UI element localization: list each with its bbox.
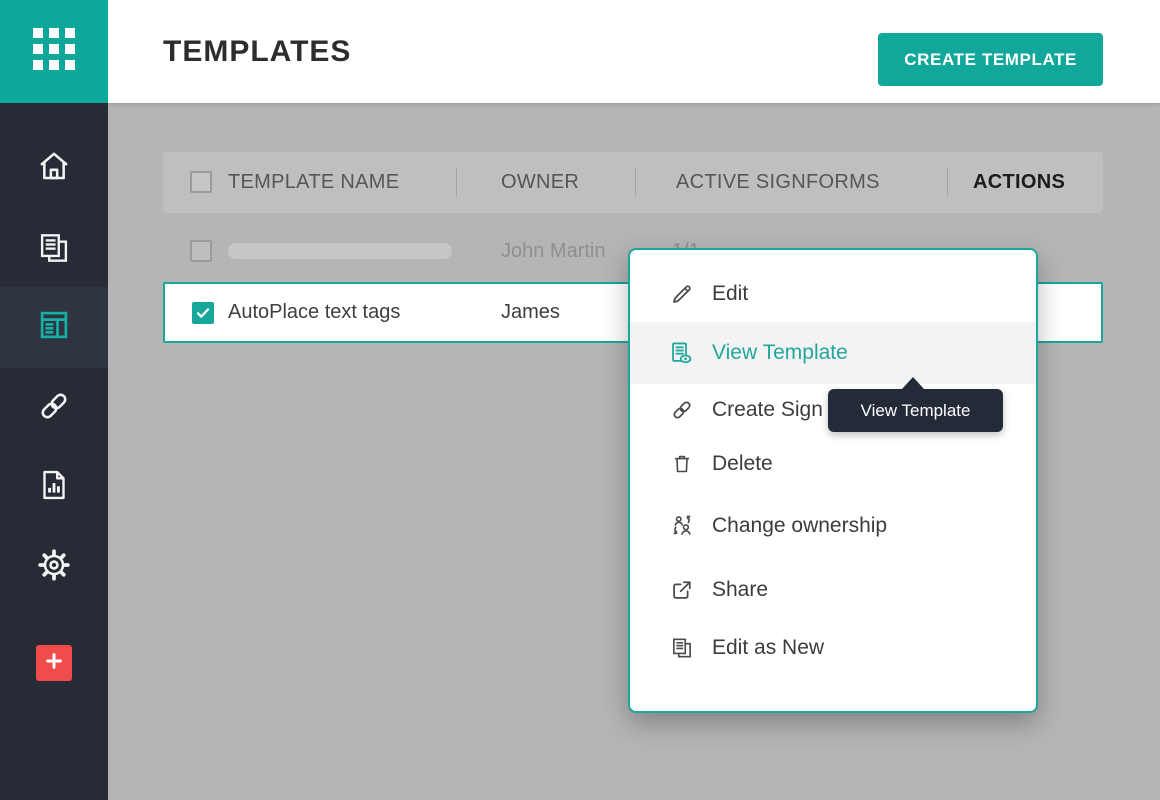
main-content: TEMPLATE NAME OWNER ACTIVE SIGNFORMS ACT… [108,103,1160,800]
menu-item-label: Change ownership [712,514,887,538]
menu-item-label: Create Sign [712,398,823,422]
view-template-icon [668,340,695,367]
sidebar-item-signform-link[interactable] [0,386,108,430]
documents-icon [35,229,73,272]
app-logo[interactable] [0,0,108,103]
top-bar: TEMPLATES CREATE TEMPLATE [108,0,1160,103]
column-header-active-signforms: ACTIVE SIGNFORMS [676,152,880,213]
row-checkbox-checked[interactable] [192,302,214,324]
tooltip-text: View Template [861,401,971,421]
menu-item-delete[interactable]: Delete [630,436,1036,492]
sidebar-item-templates[interactable] [0,287,108,368]
template-name-cell: AutoPlace text tags [228,284,400,341]
pencil-icon [668,281,695,308]
link-icon [35,387,73,430]
check-icon [195,305,211,321]
sidebar [0,0,108,800]
reports-icon [35,466,73,509]
menu-item-edit-as-new[interactable]: Edit as New [630,620,1036,676]
menu-item-label: Share [712,578,768,602]
sidebar-item-documents[interactable] [0,228,108,272]
owner-cell: James [501,284,560,341]
page-title: TEMPLATES [163,0,351,103]
tooltip-arrow-icon [902,377,924,389]
row-actions-context-menu: Edit View Template [628,248,1038,713]
row-checkbox[interactable] [190,240,212,262]
menu-item-view-template[interactable]: View Template [630,322,1036,384]
column-divider [456,168,457,197]
add-button[interactable] [36,645,72,681]
plus-icon [43,650,65,677]
column-divider [635,168,636,197]
view-template-tooltip: View Template [828,389,1003,432]
column-divider [947,168,948,197]
edit-as-new-icon [668,635,695,662]
column-header-owner: OWNER [501,152,579,213]
share-icon [668,577,695,604]
select-all-checkbox[interactable] [190,171,212,193]
column-header-template-name: TEMPLATE NAME [228,152,399,213]
trash-icon [668,451,695,478]
sidebar-item-reports[interactable] [0,465,108,509]
column-header-actions: ACTIONS [973,152,1065,213]
templates-icon [35,306,73,349]
home-icon [35,147,73,190]
link-icon [668,397,695,424]
menu-item-label: View Template [712,341,848,365]
menu-item-label: Delete [712,452,773,476]
sidebar-item-settings[interactable] [0,545,108,589]
gear-icon [36,547,72,588]
create-template-button[interactable]: CREATE TEMPLATE [878,33,1103,86]
owner-cell: John Martin [501,221,606,281]
grid-logo-icon [33,28,75,75]
menu-item-label: Edit [712,282,748,306]
table-header-row: TEMPLATE NAME OWNER ACTIVE SIGNFORMS ACT… [163,152,1103,213]
menu-item-edit[interactable]: Edit [630,266,1036,322]
menu-item-label: Edit as New [712,636,824,660]
template-name-placeholder-bar [228,243,452,259]
menu-item-share[interactable]: Share [630,560,1036,620]
sidebar-item-home[interactable] [0,146,108,190]
menu-item-change-ownership[interactable]: Change ownership [630,492,1036,560]
change-ownership-icon [668,513,695,540]
